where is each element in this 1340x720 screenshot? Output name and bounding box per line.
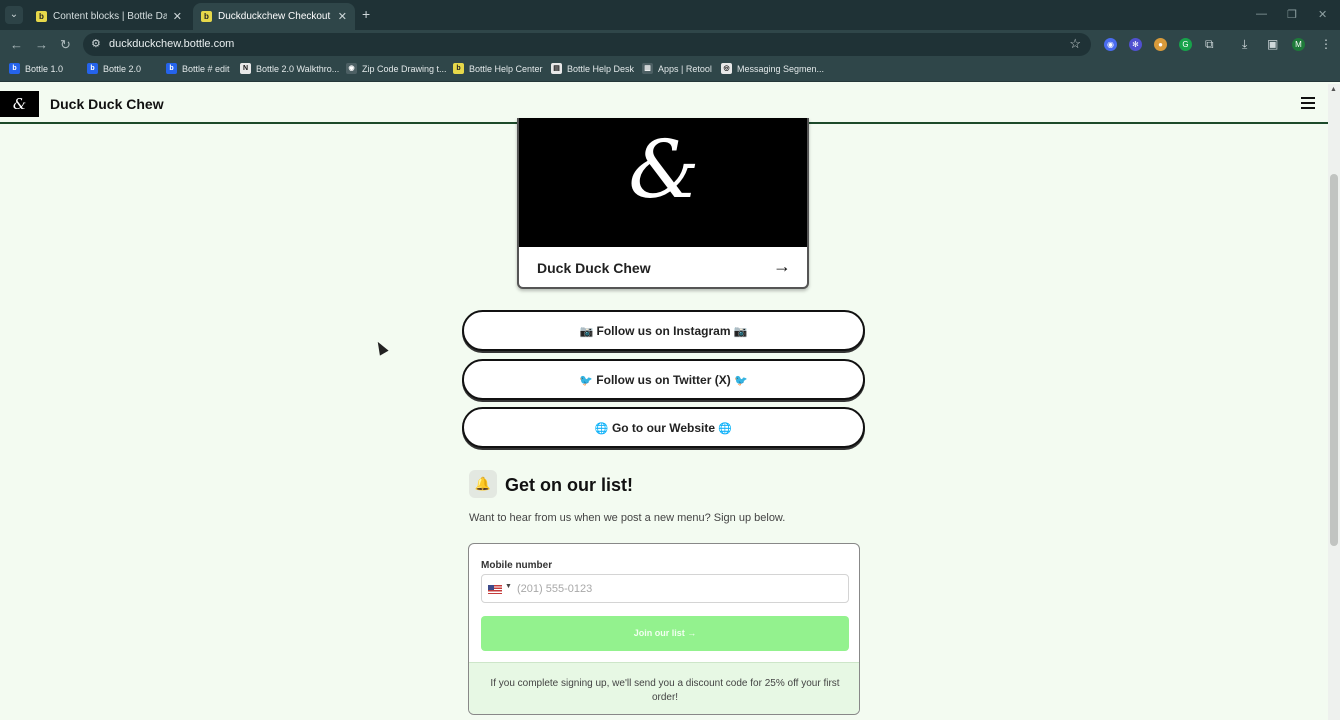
browser-menu-icon[interactable]: ⋮ [1320, 37, 1332, 51]
restaurant-card[interactable]: & Duck Duck Chew → [517, 118, 809, 289]
link-label: Follow us on Instagram [596, 324, 731, 338]
globe-emoji-icon: 🌐 [718, 423, 733, 435]
restaurant-logo-image: & [519, 118, 807, 247]
close-tab-icon[interactable]: ✕ [338, 10, 347, 23]
phone-field: ▼ [481, 574, 849, 603]
bookmark-label: Bottle # edit [182, 63, 230, 74]
bookmark-item[interactable]: ◎ Messaging Segmen... [721, 63, 824, 74]
signup-subtitle: Want to hear from us when we post a new … [469, 512, 786, 524]
signup-title: Get on our list! [505, 475, 633, 495]
bookmark-star-icon[interactable]: ☆ [1069, 36, 1081, 52]
globe-emoji-icon: 🌐 [594, 423, 609, 435]
tab-search-menu-icon[interactable]: ⌄ [5, 6, 23, 24]
bookmarks-bar: b Bottle 1.0 b Bottle 2.0 b Bottle # edit N… [0, 59, 1340, 82]
bookmark-item[interactable]: N Bottle 2.0 Walkthro... [240, 63, 339, 74]
bookmark-item[interactable]: b Bottle Help Center [453, 63, 543, 74]
page-scrollbar[interactable]: ▲ [1328, 84, 1340, 720]
download-icon[interactable]: ⤓ [1242, 37, 1247, 52]
bookmark-label: Zip Code Drawing t... [362, 63, 447, 74]
forward-icon[interactable]: → [35, 37, 48, 52]
bookmark-item[interactable]: b Bottle # edit [166, 63, 230, 74]
retool-bookmark-icon: ▥ [642, 63, 653, 74]
website-link-button[interactable]: 🌐 Go to our Website 🌐 [462, 407, 865, 448]
bell-icon: 🔔 [469, 470, 497, 498]
gear-extension-icon[interactable]: ✻ [1129, 38, 1142, 51]
bookmark-label: Bottle Help Desk [567, 63, 635, 74]
url-text: duckduckchew.bottle.com [109, 38, 235, 50]
browser-tab[interactable]: b Content blocks | Bottle Dashboard ✕ [28, 3, 190, 30]
cookie-extension-icon[interactable]: ● [1154, 38, 1167, 51]
bookmark-label: Bottle 1.0 [25, 63, 64, 74]
bookmark-item[interactable]: ▤ Bottle Help Desk [551, 63, 634, 74]
site-title[interactable]: Duck Duck Chew [50, 96, 164, 112]
instagram-link-button[interactable]: 📷 Follow us on Instagram 📷 [462, 310, 865, 351]
browser-tab-bar: ⌄ b Content blocks | Bottle Dashboard ✕ … [0, 0, 1340, 30]
extensions-puzzle-icon[interactable]: ⧉ [1205, 37, 1214, 52]
site-info-icon[interactable]: ⚙ [91, 37, 101, 50]
card-title: Duck Duck Chew [537, 260, 651, 276]
side-panel-icon[interactable]: ▣ [1267, 37, 1278, 51]
browser-toolbar: ← → ↻ ⚙ duckduckchew.bottle.com ☆ ◉ ✻ ● … [0, 30, 1340, 59]
camera-emoji-icon: 📷 [733, 326, 748, 338]
bottle-bookmark-icon: b [9, 63, 20, 74]
password-extension-icon[interactable]: ◉ [1104, 38, 1117, 51]
signup-form: Mobile number ▼ Join our list → If you c… [468, 543, 860, 715]
minimize-icon[interactable]: — [1256, 8, 1267, 20]
circle-bookmark-icon: ◉ [346, 63, 357, 74]
close-tab-icon[interactable]: ✕ [173, 10, 182, 23]
bird-emoji-icon: 🐦 [579, 375, 593, 387]
bookmark-label: Messaging Segmen... [737, 63, 825, 74]
twitter-link-button[interactable]: 🐦 Follow us on Twitter (X) 🐦 [462, 359, 865, 400]
new-tab-icon[interactable]: + [362, 6, 370, 22]
bookmark-item[interactable]: b Bottle 2.0 [87, 63, 141, 74]
bottle-bookmark-icon: b [166, 63, 177, 74]
arrow-right-icon[interactable]: → [773, 256, 791, 277]
scroll-thumb[interactable] [1330, 174, 1338, 546]
camera-emoji-icon: 📷 [579, 326, 594, 338]
bottle-bookmark-icon: b [87, 63, 98, 74]
bookmark-label: Bottle 2.0 Walkthro... [256, 63, 340, 74]
bookmark-label: Apps | Retool [658, 63, 712, 74]
phone-input[interactable] [517, 580, 837, 598]
address-bar[interactable]: ⚙ duckduckchew.bottle.com ☆ [83, 33, 1091, 56]
browser-tab-active[interactable]: b Duckduckchew Checkout ✕ [193, 3, 355, 30]
bookmark-item[interactable]: b Bottle 1.0 [9, 63, 63, 74]
document-bookmark-icon: ▤ [551, 63, 562, 74]
bottle-bookmark-icon: b [453, 63, 464, 74]
duck-ampersand-logo: & [628, 123, 700, 216]
tab-label: Content blocks | Bottle Dashboard [53, 11, 167, 22]
maximize-icon[interactable]: ❐ [1287, 8, 1297, 21]
bottle-favicon-icon: b [36, 11, 47, 22]
bookmark-label: Bottle 2.0 [103, 63, 142, 74]
reload-icon[interactable]: ↻ [60, 37, 71, 53]
mobile-number-label: Mobile number [481, 560, 553, 571]
bookmark-label: Bottle Help Center [469, 63, 543, 74]
bird-emoji-icon: 🐦 [734, 375, 748, 387]
bookmark-item[interactable]: ◉ Zip Code Drawing t... [346, 63, 447, 74]
join-list-button[interactable]: Join our list → [481, 616, 849, 651]
link-label: Follow us on Twitter (X) [596, 373, 731, 387]
notion-bookmark-icon: N [240, 63, 251, 74]
scroll-up-arrow-icon[interactable]: ▲ [1330, 86, 1337, 93]
hamburger-menu-icon[interactable] [1301, 97, 1315, 112]
back-icon[interactable]: ← [10, 37, 23, 52]
site-logo[interactable]: & [0, 91, 39, 117]
link-label: Go to our Website [611, 421, 716, 435]
country-dropdown-caret-icon[interactable]: ▼ [505, 583, 512, 590]
mouse-cursor [373, 339, 389, 356]
bookmark-item[interactable]: ▥ Apps | Retool [642, 63, 712, 74]
grammarly-extension-icon[interactable]: G [1179, 38, 1192, 51]
profile-avatar[interactable]: M [1292, 38, 1305, 51]
tab-label: Duckduckchew Checkout [218, 11, 331, 22]
bottle-favicon-icon: b [201, 11, 212, 22]
messaging-bookmark-icon: ◎ [721, 63, 732, 74]
us-flag-icon[interactable] [488, 585, 502, 594]
close-window-icon[interactable]: ✕ [1318, 8, 1327, 21]
discount-promo-text: If you complete signing up, we'll send y… [469, 662, 859, 714]
